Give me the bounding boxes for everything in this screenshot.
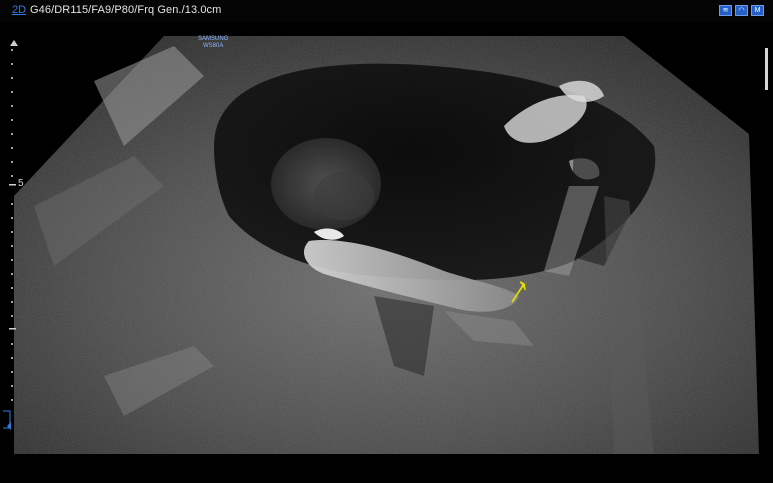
scanner-brand: SAMSUNG WS80A: [198, 36, 228, 50]
top-status-bar: 2D G46/DR115/FA9/P80/Frq Gen./13.0cm ≋ ◠…: [0, 0, 773, 22]
probe-icon[interactable]: ◠: [735, 5, 748, 16]
depth-scale: [3, 40, 18, 430]
model-name: WS80A: [203, 43, 224, 49]
grayscale-bar: [765, 48, 768, 90]
mode-button[interactable]: 2D: [12, 4, 26, 16]
acquisition-parameters: G46/DR115/FA9/P80/Frq Gen./13.0cm: [30, 4, 222, 16]
toolbar-icons: ≋ ◠ M: [719, 5, 764, 16]
depth-marker: 5: [18, 178, 24, 189]
measure-icon[interactable]: M: [751, 5, 764, 16]
ultrasound-image[interactable]: [14, 36, 759, 454]
brand-name: SAMSUNG: [198, 36, 229, 42]
bottom-strip: [0, 454, 773, 483]
harmonic-mode-icon[interactable]: ≋: [719, 5, 732, 16]
